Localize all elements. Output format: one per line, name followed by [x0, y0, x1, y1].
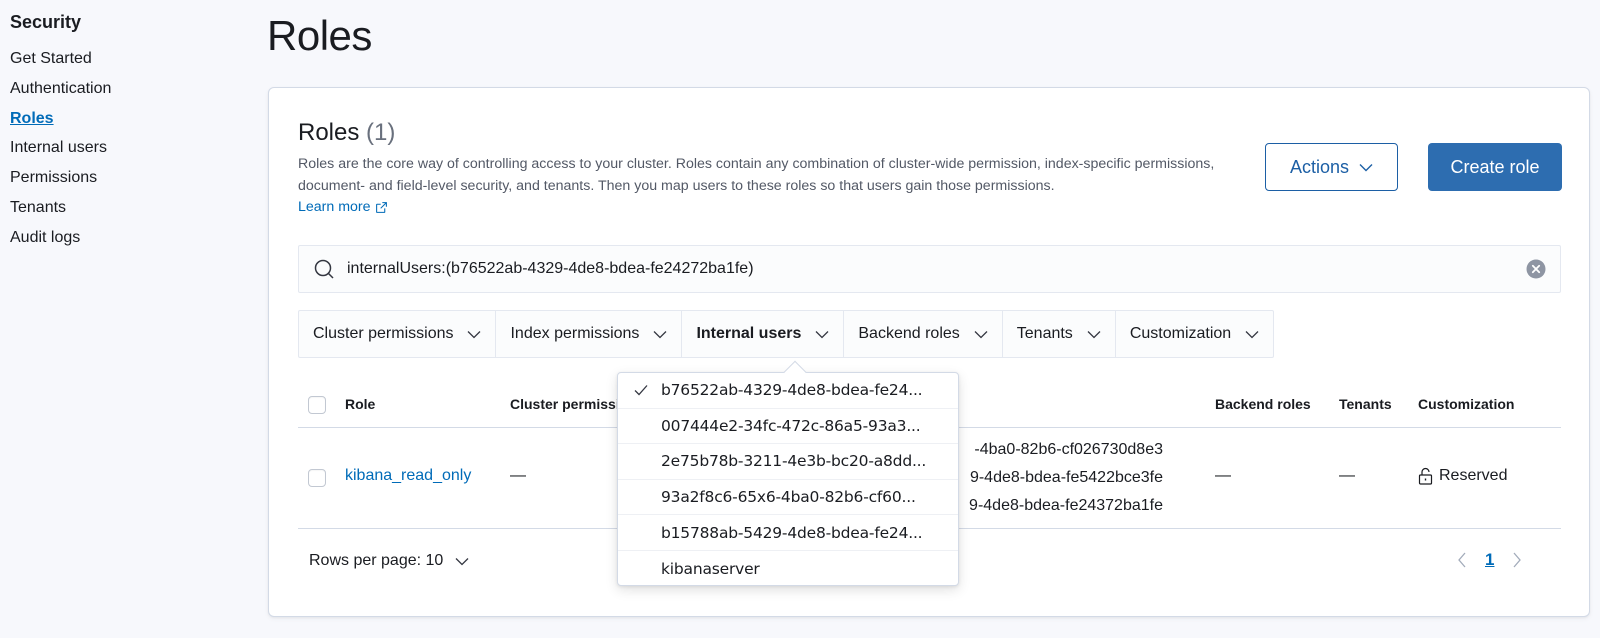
panel-title-text: Roles [298, 119, 360, 146]
filter-tenants[interactable]: Tenants [1003, 311, 1116, 357]
option-label: b15788ab-5429-4de8-bdea-fe24... [661, 523, 923, 542]
clear-icon[interactable] [1526, 259, 1546, 279]
filter-label: Cluster permissions [313, 325, 454, 342]
sidebar-item-roles[interactable]: Roles [10, 109, 240, 139]
external-link-icon [375, 202, 387, 214]
filter-group: Cluster permissions Index permissions In… [298, 310, 1275, 358]
row-checkbox[interactable] [308, 469, 326, 487]
internal-user-value: -4ba0-82b6-cf026730d8e3 [974, 441, 1163, 458]
filter-cluster-permissions[interactable]: Cluster permissions [299, 311, 497, 357]
sidebar: Security Get Started Authentication Role… [10, 12, 240, 258]
sidebar-title: Security [10, 12, 82, 32]
dropdown-option[interactable]: b15788ab-5429-4de8-bdea-fe24... [618, 515, 958, 551]
column-header-backend-roles[interactable]: Backend roles [1215, 396, 1311, 412]
search-bar [298, 245, 1561, 293]
filter-label: Index permissions [510, 325, 640, 342]
chevron-down-icon [653, 330, 667, 338]
column-header-role[interactable]: Role [345, 396, 375, 412]
learn-more-link[interactable]: Learn more [298, 197, 388, 219]
dropdown-option[interactable]: kibanaserver [618, 551, 958, 587]
sidebar-item-audit-logs[interactable]: Audit logs [10, 228, 240, 258]
customization-label: Reserved [1439, 467, 1508, 484]
internal-users-dropdown: b76522ab-4329-4de8-bdea-fe24... 007444e2… [617, 360, 959, 587]
filter-internal-users[interactable]: Internal users [682, 311, 845, 357]
roles-count: (1) [366, 119, 396, 146]
sidebar-item-authentication[interactable]: Authentication [10, 79, 240, 109]
backend-roles-cell: — [1215, 467, 1231, 484]
filter-label: Tenants [1016, 325, 1073, 342]
filter-label: Customization [1129, 325, 1232, 342]
filter-index-permissions[interactable]: Index permissions [496, 311, 683, 357]
pagination: 1 [1457, 550, 1522, 570]
option-label: 2e75b78b-3211-4e3b-bc20-a8dd... [661, 452, 927, 471]
customization-cell: Reserved [1418, 467, 1507, 485]
page-1-button[interactable]: 1 [1485, 550, 1494, 570]
description-text: Roles are the core way of controlling ac… [298, 156, 1215, 194]
panel-description: Roles are the core way of controlling ac… [298, 154, 1218, 219]
chevron-right-icon[interactable] [1512, 552, 1522, 568]
cluster-permissions-cell: — [510, 467, 526, 484]
sidebar-item-get-started[interactable]: Get Started [10, 49, 240, 79]
rows-per-page-label: Rows per page: 10 [309, 552, 444, 569]
chevron-down-icon [815, 330, 829, 338]
filter-label: Backend roles [858, 325, 960, 342]
column-header-tenants[interactable]: Tenants [1339, 396, 1392, 412]
chevron-down-icon [1359, 163, 1373, 171]
tenants-cell: — [1339, 467, 1355, 484]
lock-icon [1418, 467, 1433, 485]
filter-customization[interactable]: Customization [1116, 311, 1273, 357]
chevron-left-icon[interactable] [1457, 552, 1467, 568]
dropdown-option[interactable]: b76522ab-4329-4de8-bdea-fe24... [618, 373, 958, 409]
option-label: 93a2f8c6-65x6-4ba0-82b6-cf60... [661, 488, 916, 507]
learn-more-label: Learn more [298, 199, 371, 215]
chevron-down-icon [1087, 330, 1101, 338]
role-name-link[interactable]: kibana_read_only [345, 467, 471, 485]
filter-label: Internal users [696, 325, 802, 342]
rows-per-page-select[interactable]: Rows per page: 10 [309, 552, 469, 570]
option-label: kibanaserver [661, 559, 760, 578]
option-label: 007444e2-34fc-472c-86a5-93a3... [661, 416, 921, 435]
page-title: Roles [267, 12, 372, 59]
search-input[interactable] [347, 260, 1526, 278]
filter-backend-roles[interactable]: Backend roles [844, 311, 1003, 357]
search-icon [314, 259, 334, 279]
dropdown-option[interactable]: 2e75b78b-3211-4e3b-bc20-a8dd... [618, 444, 958, 480]
chevron-down-icon [468, 330, 481, 338]
chevron-down-icon [1245, 330, 1259, 338]
panel-title: Roles (1) [298, 119, 395, 147]
internal-user-value: 9-4de8-bdea-fe5422bce3fe [969, 469, 1163, 486]
sidebar-item-tenants[interactable]: Tenants [10, 198, 240, 228]
dropdown-option[interactable]: 007444e2-34fc-472c-86a5-93a3... [618, 409, 958, 445]
column-header-customization[interactable]: Customization [1418, 396, 1514, 412]
actions-button[interactable]: Actions [1265, 143, 1398, 191]
chevron-down-icon [974, 330, 988, 338]
internal-users-cell: -4ba0-82b6-cf026730d8e3 9-4de8-bdea-fe54… [948, 436, 1163, 520]
dropdown-option[interactable]: 93a2f8c6-65x6-4ba0-82b6-cf60... [618, 480, 958, 516]
internal-user-value: 9-4de8-bdea-fe24372ba1fe [969, 497, 1163, 514]
create-role-button[interactable]: Create role [1428, 143, 1562, 191]
option-label: b76522ab-4329-4de8-bdea-fe24... [661, 381, 923, 400]
check-icon [634, 385, 648, 396]
sidebar-item-permissions[interactable]: Permissions [10, 168, 240, 198]
select-all-checkbox[interactable] [308, 396, 326, 414]
chevron-down-icon [455, 557, 469, 565]
sidebar-item-internal-users[interactable]: Internal users [10, 138, 240, 168]
actions-label: Actions [1289, 156, 1350, 177]
